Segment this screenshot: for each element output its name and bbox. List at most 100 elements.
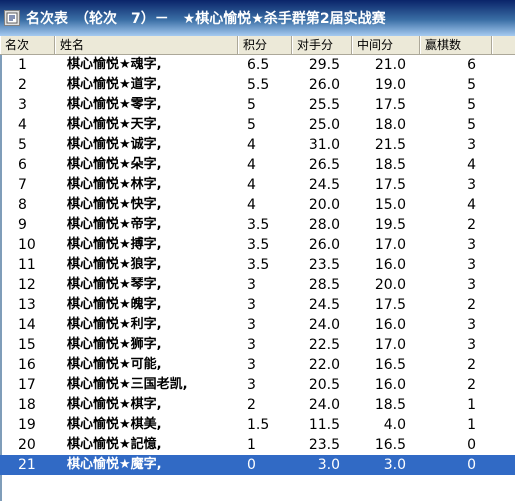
rank-cell: 10 (18, 237, 36, 253)
score-cell: 3.5 (247, 237, 270, 253)
opponent-score-cell: 31.0 (308, 137, 340, 153)
rank-cell: 13 (18, 297, 36, 313)
table-row[interactable]: 9 棋心愉悦★帝字, 3.5 28.0 19.5 2 (0, 215, 515, 235)
table-row[interactable]: 13 棋心愉悦★魄字, 3 24.5 17.5 2 (0, 295, 515, 315)
table-row[interactable]: 15 棋心愉悦★狮字, 3 22.5 17.0 3 (0, 335, 515, 355)
table-row[interactable]: 8 棋心愉悦★快字, 4 20.0 15.0 4 (0, 195, 515, 215)
rank-cell: 12 (18, 277, 36, 293)
wins-cell: 0 (467, 457, 476, 473)
table-row[interactable]: 18 棋心愉悦★棋字, 2 24.0 18.5 1 (0, 395, 515, 415)
table-row[interactable]: 4 棋心愉悦★天字, 5 25.0 18.0 5 (0, 115, 515, 135)
opponent-score-cell: 26.5 (308, 157, 340, 173)
wins-cell: 3 (467, 137, 476, 153)
middle-score-cell: 4.0 (383, 417, 406, 433)
table-row[interactable]: 5 棋心愉悦★诚字, 4 31.0 21.5 3 (0, 135, 515, 155)
rank-cell: 5 (18, 137, 27, 153)
middle-score-cell: 18.5 (374, 397, 406, 413)
rank-cell: 21 (18, 457, 36, 473)
score-cell: 3.5 (247, 257, 270, 273)
name-cell: 棋心愉悦★魔字, (67, 457, 162, 472)
wins-cell: 3 (467, 237, 476, 253)
rank-cell: 1 (18, 57, 27, 73)
score-cell: 4 (247, 157, 256, 173)
name-cell: 棋心愉悦★利字, (67, 317, 162, 332)
column-header-filler (492, 36, 515, 54)
column-header: 名次 姓名 积分 对手分 中间分 赢棋数 (0, 36, 515, 55)
score-cell: 0 (247, 457, 256, 473)
middle-score-cell: 3.0 (383, 457, 406, 473)
wins-cell: 5 (467, 77, 476, 93)
opponent-score-cell: 24.5 (308, 297, 340, 313)
table-row[interactable]: 17 棋心愉悦★三国老凯, 3 20.5 16.0 2 (0, 375, 515, 395)
middle-score-cell: 17.5 (374, 177, 406, 193)
wins-cell: 3 (467, 337, 476, 353)
app-window-icon[interactable] (4, 10, 20, 26)
score-cell: 3 (247, 277, 256, 293)
opponent-score-cell: 24.0 (308, 397, 340, 413)
rank-cell: 16 (18, 357, 36, 373)
score-cell: 5 (247, 97, 256, 113)
table-row[interactable]: 2 棋心愉悦★道字, 5.5 26.0 19.0 5 (0, 75, 515, 95)
name-cell: 棋心愉悦★可能, (67, 357, 162, 372)
rank-cell: 19 (18, 417, 36, 433)
table-row[interactable]: 20 棋心愉悦★記憶, 1 23.5 16.5 0 (0, 435, 515, 455)
table-row[interactable]: 10 棋心愉悦★搏字, 3.5 26.0 17.0 3 (0, 235, 515, 255)
column-header-wins[interactable]: 赢棋数 (420, 36, 492, 54)
middle-score-cell: 19.0 (374, 77, 406, 93)
ranking-list[interactable]: 1 棋心愉悦★魂字, 6.5 29.5 21.0 6 2 棋心愉悦★道字, 5.5 26.0 19.… (0, 55, 515, 475)
table-row[interactable]: 16 棋心愉悦★可能, 3 22.0 16.5 2 (0, 355, 515, 375)
opponent-score-cell: 22.0 (308, 357, 340, 373)
wins-cell: 2 (467, 377, 476, 393)
table-row[interactable]: 3 棋心愉悦★零字, 5 25.5 17.5 5 (0, 95, 515, 115)
score-cell: 5.5 (247, 77, 270, 93)
middle-score-cell: 17.5 (374, 297, 406, 313)
rank-cell: 6 (18, 157, 27, 173)
opponent-score-cell: 20.0 (308, 197, 340, 213)
column-header-rank[interactable]: 名次 (0, 36, 55, 54)
table-row[interactable]: 12 棋心愉悦★琴字, 3 28.5 20.0 3 (0, 275, 515, 295)
middle-score-cell: 17.0 (374, 237, 406, 253)
opponent-score-cell: 28.5 (308, 277, 340, 293)
rank-cell: 14 (18, 317, 36, 333)
window-title: 名次表 （轮次 7）－ ★棋心愉悦★杀手群第2届实战赛 (26, 11, 386, 27)
column-header-middle[interactable]: 中间分 (352, 36, 420, 54)
middle-score-cell: 16.5 (374, 437, 406, 453)
rank-cell: 3 (18, 97, 27, 113)
table-row[interactable]: 11 棋心愉悦★狼字, 3.5 23.5 16.0 3 (0, 255, 515, 275)
table-row[interactable]: 1 棋心愉悦★魂字, 6.5 29.5 21.0 6 (0, 55, 515, 75)
score-cell: 1 (247, 437, 256, 453)
name-cell: 棋心愉悦★三国老凯, (67, 377, 188, 392)
wins-cell: 3 (467, 277, 476, 293)
title-bar[interactable]: 名次表 （轮次 7）－ ★棋心愉悦★杀手群第2届实战赛 (0, 0, 515, 36)
name-cell: 棋心愉悦★魂字, (67, 57, 162, 72)
name-cell: 棋心愉悦★快字, (67, 197, 162, 212)
name-cell: 棋心愉悦★搏字, (67, 237, 162, 252)
rank-cell: 9 (18, 217, 27, 233)
middle-score-cell: 16.0 (374, 257, 406, 273)
column-header-score[interactable]: 积分 (238, 36, 292, 54)
middle-score-cell: 18.0 (374, 117, 406, 133)
wins-cell: 2 (467, 297, 476, 313)
middle-score-cell: 20.0 (374, 277, 406, 293)
opponent-score-cell: 24.0 (308, 317, 340, 333)
table-row[interactable]: 21 棋心愉悦★魔字, 0 3.0 3.0 0 (0, 455, 515, 475)
rank-cell: 2 (18, 77, 27, 93)
rank-cell: 18 (18, 397, 36, 413)
rank-cell: 8 (18, 197, 27, 213)
opponent-score-cell: 29.5 (308, 57, 340, 73)
wins-cell: 5 (467, 97, 476, 113)
table-row[interactable]: 14 棋心愉悦★利字, 3 24.0 16.0 3 (0, 315, 515, 335)
score-cell: 2 (247, 397, 256, 413)
opponent-score-cell: 3.0 (317, 457, 340, 473)
table-row[interactable]: 7 棋心愉悦★林字, 4 24.5 17.5 3 (0, 175, 515, 195)
table-row[interactable]: 6 棋心愉悦★朵字, 4 26.5 18.5 4 (0, 155, 515, 175)
column-header-name[interactable]: 姓名 (55, 36, 238, 54)
name-cell: 棋心愉悦★朵字, (67, 157, 162, 172)
ranking-window: 名次表 （轮次 7）－ ★棋心愉悦★杀手群第2届实战赛 名次 姓名 积分 对手分… (0, 0, 515, 501)
opponent-score-cell: 23.5 (308, 257, 340, 273)
table-row[interactable]: 19 棋心愉悦★棋美, 1.5 11.5 4.0 1 (0, 415, 515, 435)
column-header-opponent[interactable]: 对手分 (292, 36, 352, 54)
score-cell: 4 (247, 197, 256, 213)
name-cell: 棋心愉悦★林字, (67, 177, 162, 192)
name-cell: 棋心愉悦★帝字, (67, 217, 162, 232)
